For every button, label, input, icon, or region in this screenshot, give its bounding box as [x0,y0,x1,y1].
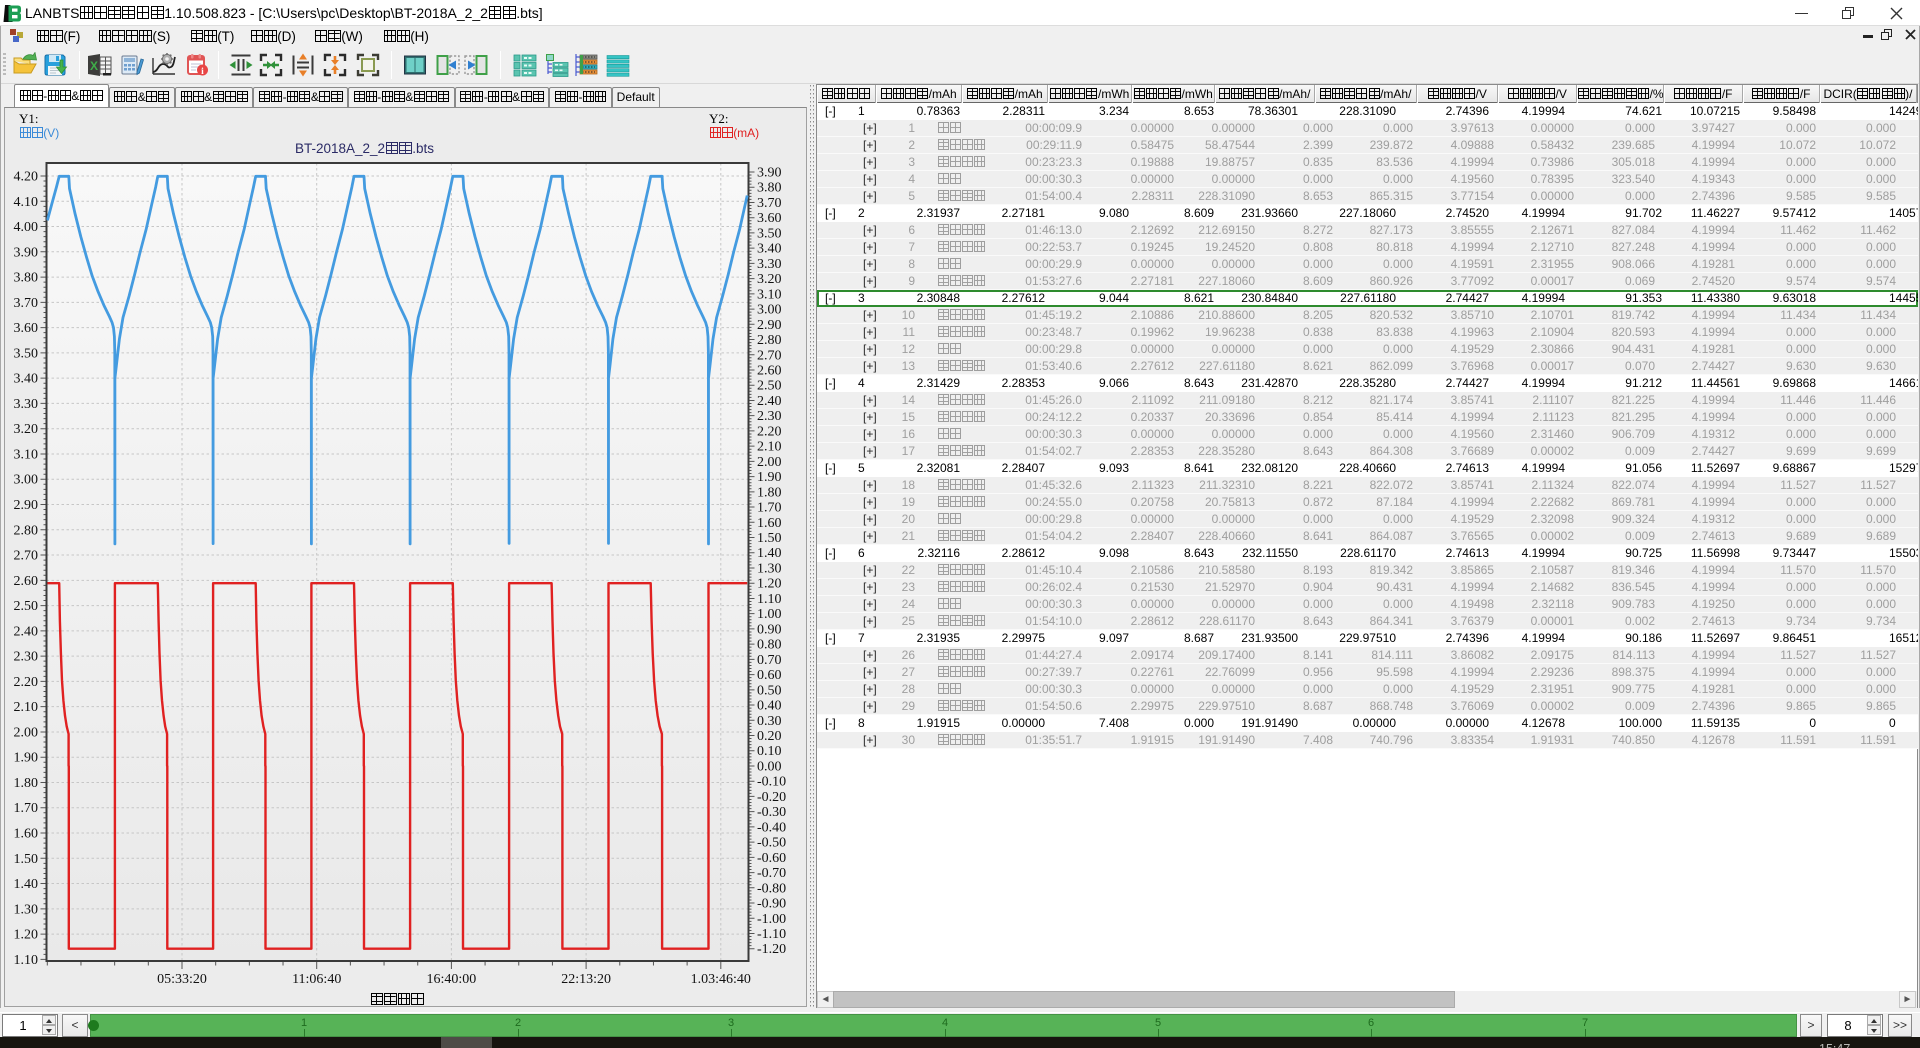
svg-text:3.60: 3.60 [757,211,782,226]
svg-text:1.40: 1.40 [14,877,39,892]
svg-text:1.10: 1.10 [757,592,782,607]
svg-text:-0.50: -0.50 [757,836,786,851]
svg-text:2.70: 2.70 [757,348,782,363]
svg-text:1.80: 1.80 [757,485,782,500]
svg-text:2.50: 2.50 [757,379,782,394]
svg-text:3.90: 3.90 [757,166,782,181]
svg-text:-0.90: -0.90 [757,897,786,912]
svg-text:11:06:40: 11:06:40 [292,972,341,987]
svg-text:1.50: 1.50 [757,531,782,546]
svg-text:-0.30: -0.30 [757,805,786,820]
svg-text:1.00: 1.00 [757,607,782,622]
svg-text:0.80: 0.80 [757,638,782,653]
svg-text:0.50: 0.50 [757,683,782,698]
svg-text:-0.70: -0.70 [757,866,786,881]
svg-text:1.50: 1.50 [14,852,39,867]
svg-text:4.00: 4.00 [14,220,39,235]
svg-text:2.60: 2.60 [757,364,782,379]
svg-text:3.40: 3.40 [14,372,39,387]
svg-text:1.60: 1.60 [14,827,39,842]
svg-text:2.30: 2.30 [14,650,39,665]
svg-text:2.20: 2.20 [14,675,39,690]
svg-text:1.70: 1.70 [757,501,782,516]
svg-text:1.90: 1.90 [14,751,39,766]
svg-text:2.40: 2.40 [757,394,782,409]
svg-text:16:40:00: 16:40:00 [427,972,477,987]
svg-text:0.10: 0.10 [757,744,782,759]
svg-text:-0.10: -0.10 [757,775,786,790]
svg-text:4.20: 4.20 [14,170,39,185]
svg-text:3.70: 3.70 [757,196,782,211]
svg-text:1.60: 1.60 [757,516,782,531]
svg-text:2.90: 2.90 [14,498,39,513]
svg-text:1.30: 1.30 [757,562,782,577]
svg-text:1.90: 1.90 [757,470,782,485]
svg-text:3.10: 3.10 [757,287,782,302]
svg-text:4.10: 4.10 [14,195,39,210]
svg-text:1.20: 1.20 [757,577,782,592]
svg-text:3.30: 3.30 [757,257,782,272]
svg-text:1.03:46:40: 1.03:46:40 [691,972,751,987]
svg-text:-1.00: -1.00 [757,912,786,927]
svg-text:2.10: 2.10 [14,700,39,715]
svg-text:2.00: 2.00 [757,455,782,470]
svg-text:1.20: 1.20 [14,928,39,943]
svg-text:3.80: 3.80 [757,181,782,196]
svg-text:2.00: 2.00 [14,725,39,740]
svg-text:05:33:20: 05:33:20 [157,972,207,987]
svg-text:-0.20: -0.20 [757,790,786,805]
svg-text:3.30: 3.30 [14,397,39,412]
svg-text:2.10: 2.10 [757,440,782,455]
svg-text:2.30: 2.30 [757,409,782,424]
svg-text:3.00: 3.00 [14,473,39,488]
svg-text:2.80: 2.80 [757,333,782,348]
svg-text:-0.80: -0.80 [757,881,786,896]
svg-text:3.50: 3.50 [14,346,39,361]
svg-text:3.80: 3.80 [14,271,39,286]
svg-text:0.90: 0.90 [757,622,782,637]
svg-text:3.20: 3.20 [14,422,39,437]
svg-text:0.70: 0.70 [757,653,782,668]
svg-text:0.60: 0.60 [757,668,782,683]
svg-text:3.90: 3.90 [14,245,39,260]
svg-text:2.90: 2.90 [757,318,782,333]
svg-text:2.40: 2.40 [14,624,39,639]
svg-text:3.40: 3.40 [757,242,782,257]
svg-text:2.50: 2.50 [14,599,39,614]
svg-text:-1.20: -1.20 [757,942,786,957]
svg-text:0.00: 0.00 [757,760,782,775]
svg-text:1.40: 1.40 [757,546,782,561]
svg-text:2.80: 2.80 [14,523,39,538]
svg-text:0.30: 0.30 [757,714,782,729]
svg-text:3.20: 3.20 [757,272,782,287]
svg-text:0.40: 0.40 [757,699,782,714]
svg-text:3.70: 3.70 [14,296,39,311]
svg-text:3.00: 3.00 [757,303,782,318]
svg-text:-1.10: -1.10 [757,927,786,942]
svg-text:2.20: 2.20 [757,424,782,439]
svg-text:3.10: 3.10 [14,448,39,463]
svg-text:3.50: 3.50 [757,226,782,241]
svg-text:1.30: 1.30 [14,902,39,917]
svg-text:3.60: 3.60 [14,321,39,336]
svg-text:22:13:20: 22:13:20 [561,972,611,987]
svg-text:-0.40: -0.40 [757,820,786,835]
svg-text:0.20: 0.20 [757,729,782,744]
svg-text:2.60: 2.60 [14,574,39,589]
svg-text:1.80: 1.80 [14,776,39,791]
svg-text:1.70: 1.70 [14,801,39,816]
svg-text:1.10: 1.10 [14,953,39,968]
svg-text:-0.60: -0.60 [757,851,786,866]
svg-text:2.70: 2.70 [14,549,39,564]
